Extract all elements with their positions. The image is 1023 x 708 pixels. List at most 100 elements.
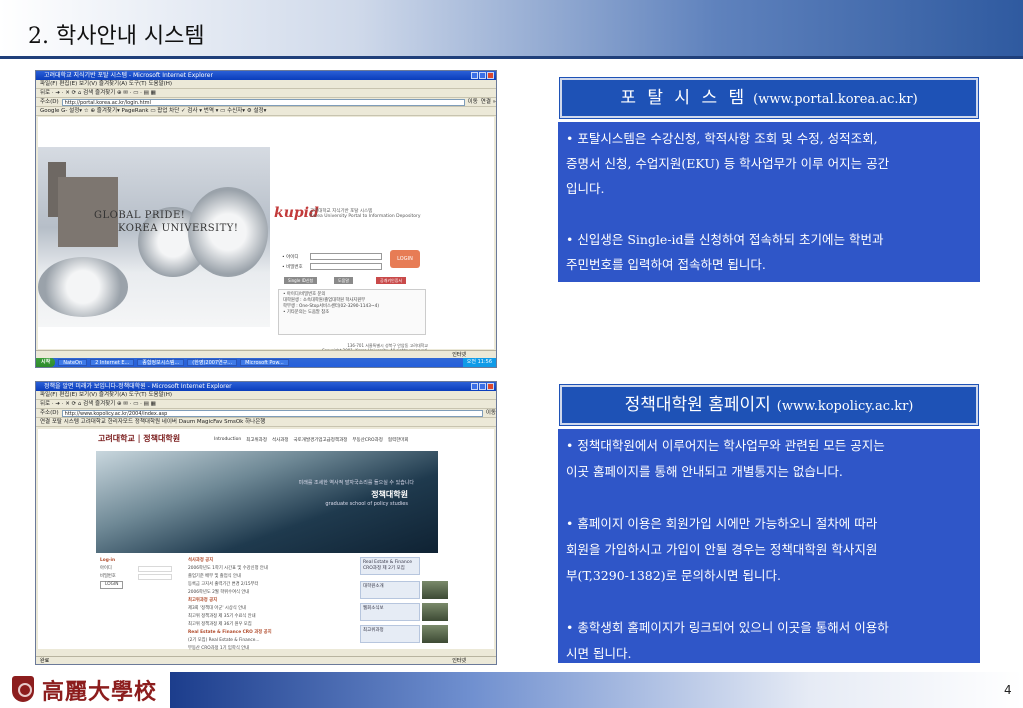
taskbar-item[interactable]: 종합정보시스템... [137,359,185,366]
side-thumbnail [422,581,448,599]
re-course-head: Real Estate & Finance CRO 과정 공지 [188,630,272,635]
policy-panel-url: (www.kopolicy.ac.kr) [776,399,914,414]
go-button[interactable]: 이동 [486,409,496,417]
login-pw-input[interactable] [138,574,172,580]
portal-window-titlebar: 고려대학교 지식기반 포탈 시스템 - Microsoft Internet E… [36,71,496,80]
portal-viewport: GLOBAL PRIDE! KOREA UNIVERSITY! kupid 고려… [38,117,494,358]
portal-panel-line: 주민번호를 입력하여 접속하면 됩니다. [566,257,766,272]
portal-panel-line: • 포탈시스템은 수강신청, 학적사항 조회 및 수정, 성적조회, [566,131,878,146]
side-thumbnail [422,603,448,621]
close-icon[interactable] [487,72,494,79]
policy-viewport: 고려대학교 | 정책대학원 Introduction 최고위과정 석사과정 국토… [38,429,494,651]
links-label[interactable]: 연결 » [481,98,496,106]
logo-desc-en: Korea University Portal to Information D… [310,214,421,219]
portal-menubar[interactable]: 파일(F) 편집(E) 보기(V) 즐겨찾기(A) 도구(T) 도움말(H) [36,80,496,89]
re-course-item[interactable]: (2기 모집) Real Estate & Finance... [188,637,356,645]
maximize-icon[interactable] [479,72,486,79]
top-course-item[interactable]: 최고위 정책과정 제 35기 수료식 안내 [188,613,356,621]
nav-item[interactable]: Introduction [214,437,241,443]
side-link[interactable]: 최고위과정 [360,625,420,643]
taskbar-item[interactable]: Microsoft Pow... [240,359,289,366]
portal-toolbar[interactable]: 뒤로 · ➔ · ✕ ⟳ ⌂ 검색 즐겨찾기 ⊕ ✉ · ▭ · ▤ ▦ [36,89,496,98]
policy-panel-line [566,589,972,615]
address-label: 주소(D) [40,409,59,416]
side-link[interactable]: 대학원소개 [360,581,420,599]
nav-item[interactable]: 국토개발경기업고급정책과정 [294,437,348,443]
minimize-icon[interactable] [471,72,478,79]
policy-panel-line: • 홈페이지 이용은 회원가입 시에만 가능하오니 절차에 따라 [566,516,878,531]
notice-item[interactable]: 졸업기준 배부 및 졸업식 안내 [188,573,356,581]
re-course-item[interactable]: 부동산 CRO과정 1기 입학식 안내 [188,645,356,653]
policy-menubar[interactable]: 파일(F) 편집(E) 보기(V) 즐겨찾기(A) 도구(T) 도움말(H) [36,391,496,400]
side-link[interactable]: 웹회소식보 [360,603,420,621]
policy-window-title: 정책을 알면 미래가 보입니다-정책대학원 - Microsoft Intern… [44,383,232,390]
policy-screenshot: 정책을 알면 미래가 보입니다-정책대학원 - Microsoft Intern… [35,381,497,665]
pw-label: • 비밀번호 [282,265,303,270]
login-button[interactable]: LOGIN [100,581,124,589]
taskbar-item[interactable]: NateOn [58,359,88,366]
top-course-item[interactable]: 제3회 '정책대 아군' 시상식 안내 [188,605,356,613]
policy-address-bar: 주소(D) http://www.kopolicy.ac.kr/2004/ind… [36,409,496,418]
close-icon[interactable] [487,383,494,390]
windows-taskbar: 시작 NateOn 2 Internet E... 종합정보시스템... (한영… [36,358,496,367]
campus-photo [38,147,270,327]
page-title: 2. 학사안내 시스템 [28,24,205,49]
pw-input[interactable] [310,263,382,270]
google-toolbar[interactable]: Google G- 설정▾ ☆ ⊕ 즐겨찾기▾ PageRank ▭ 팝업 차단… [36,107,496,116]
notice-head: 석사과정 공지 [188,558,214,563]
policy-panel-line: 부(T,3290-1382)로 문의하시면 됩니다. [566,568,781,583]
nav-item[interactable]: 최고위과정 [246,437,267,443]
login-id-input[interactable] [138,566,172,572]
page-number: 4 [1004,683,1012,697]
login-panel: Log-in 아이디 비밀번호 LOGIN [100,557,180,589]
notice-item[interactable]: 2006학년도 2월 학위수여식 안내 [188,589,356,597]
portal-panel-line: • 신입생은 Single-id를 신청하여 접속하되 초기에는 학번과 [566,232,884,247]
side-thumbnail [422,625,448,643]
id-input[interactable] [310,253,382,260]
nav-item[interactable]: 부동산CRO과정 [352,437,383,443]
portal-statusbar: 인터넷 [36,350,496,358]
nav-item[interactable]: 석사과정 [272,437,289,443]
start-button[interactable]: 시작 [36,358,56,367]
side-banner[interactable]: Real Estate & Finance CRO과정 제 2기 모집 [360,557,420,575]
address-label: 주소(D) [40,98,59,105]
policy-panel-line: 회원을 가입하시고 가입이 안될 경우는 정책대학원 학사지원 [566,542,878,557]
policy-panel-heading: 정책대학원 홈페이지 [624,395,771,415]
notice-panel: 석사과정 공지 2006학년도 1학기 시간표 및 수강신청 안내 졸업기준 배… [188,557,356,653]
info-line: • 기타문의는 도움말 참조 [283,310,330,315]
id-label: • 아이디 [282,255,299,260]
minimize-icon[interactable] [471,383,478,390]
university-name: 高麗大學校 [42,679,158,705]
cert-button[interactable]: 공개키인증서 [376,277,407,284]
portal-panel-line: 증명서 신청, 수업지원(EKU) 등 학사업무가 이루 어지는 공간 [566,156,890,171]
portal-panel-line [566,201,972,227]
login-button[interactable]: LOGIN [390,250,420,268]
slogan-line2: KOREA UNIVERSITY! [118,223,239,234]
maximize-icon[interactable] [479,383,486,390]
kopolicy-logo[interactable]: 고려대학교 | 정책대학원 [98,433,180,444]
policy-panel-line: • 총학생회 홈페이지가 링크되어 있으니 이곳을 통해서 이용하 [566,620,889,635]
taskbar-item[interactable]: 2 Internet E... [90,359,135,366]
status-zone: 인터넷 [452,658,466,664]
go-button[interactable]: 이동 [468,98,478,106]
footer-band [170,672,1023,708]
portal-panel-title: 포 탈 시 스 템 (www.portal.korea.ac.kr) [560,78,978,118]
portal-address-input[interactable]: http://portal.korea.ac.kr/login.html [61,98,465,106]
header-divider [0,56,1023,59]
taskbar-item[interactable]: (한영)2007연구... [187,359,238,366]
nav-item[interactable]: 협력한마회 [388,437,409,443]
korea-university-emblem-icon [12,676,34,702]
notice-item[interactable]: 2006학년도 1학기 시간표 및 수강신청 안내 [188,565,356,573]
portal-panel-body: • 포탈시스템은 수강신청, 학적사항 조회 및 수정, 성적조회, 증명서 신… [558,122,980,282]
single-id-button[interactable]: Single ID신청 [284,277,318,284]
portal-panel-heading: 포 탈 시 스 템 [620,88,748,108]
banner-subtitle: 미래를 조세한 역사적 발자국소리를 들으실 수 있습니다 [298,480,414,486]
links-toolbar[interactable]: 연결 포탈 시스템 고려대학교 한리자모드 정책대학원 네이버 Daum Mag… [36,418,496,427]
top-course-item[interactable]: 최고위 정책과정 제 36기 원우 모집 [188,621,356,629]
policy-panel-title: 정책대학원 홈페이지 (www.kopolicy.ac.kr) [560,385,978,425]
help-button[interactable]: 도움말 [334,277,354,284]
policy-address-input[interactable]: http://www.kopolicy.ac.kr/2004/index.asp [61,409,483,417]
notice-item[interactable]: 등록금 고지서 출력기간 변경 2/15부터 [188,581,356,589]
kopolicy-nav: Introduction 최고위과정 석사과정 국토개발경기업고급정책과정 부동… [214,437,409,443]
policy-toolbar[interactable]: 뒤로 · ➔ · ✕ ⟳ ⌂ 검색 즐겨찾기 ⊕ ✉ · ▭ · ▤ ▦ [36,400,496,409]
